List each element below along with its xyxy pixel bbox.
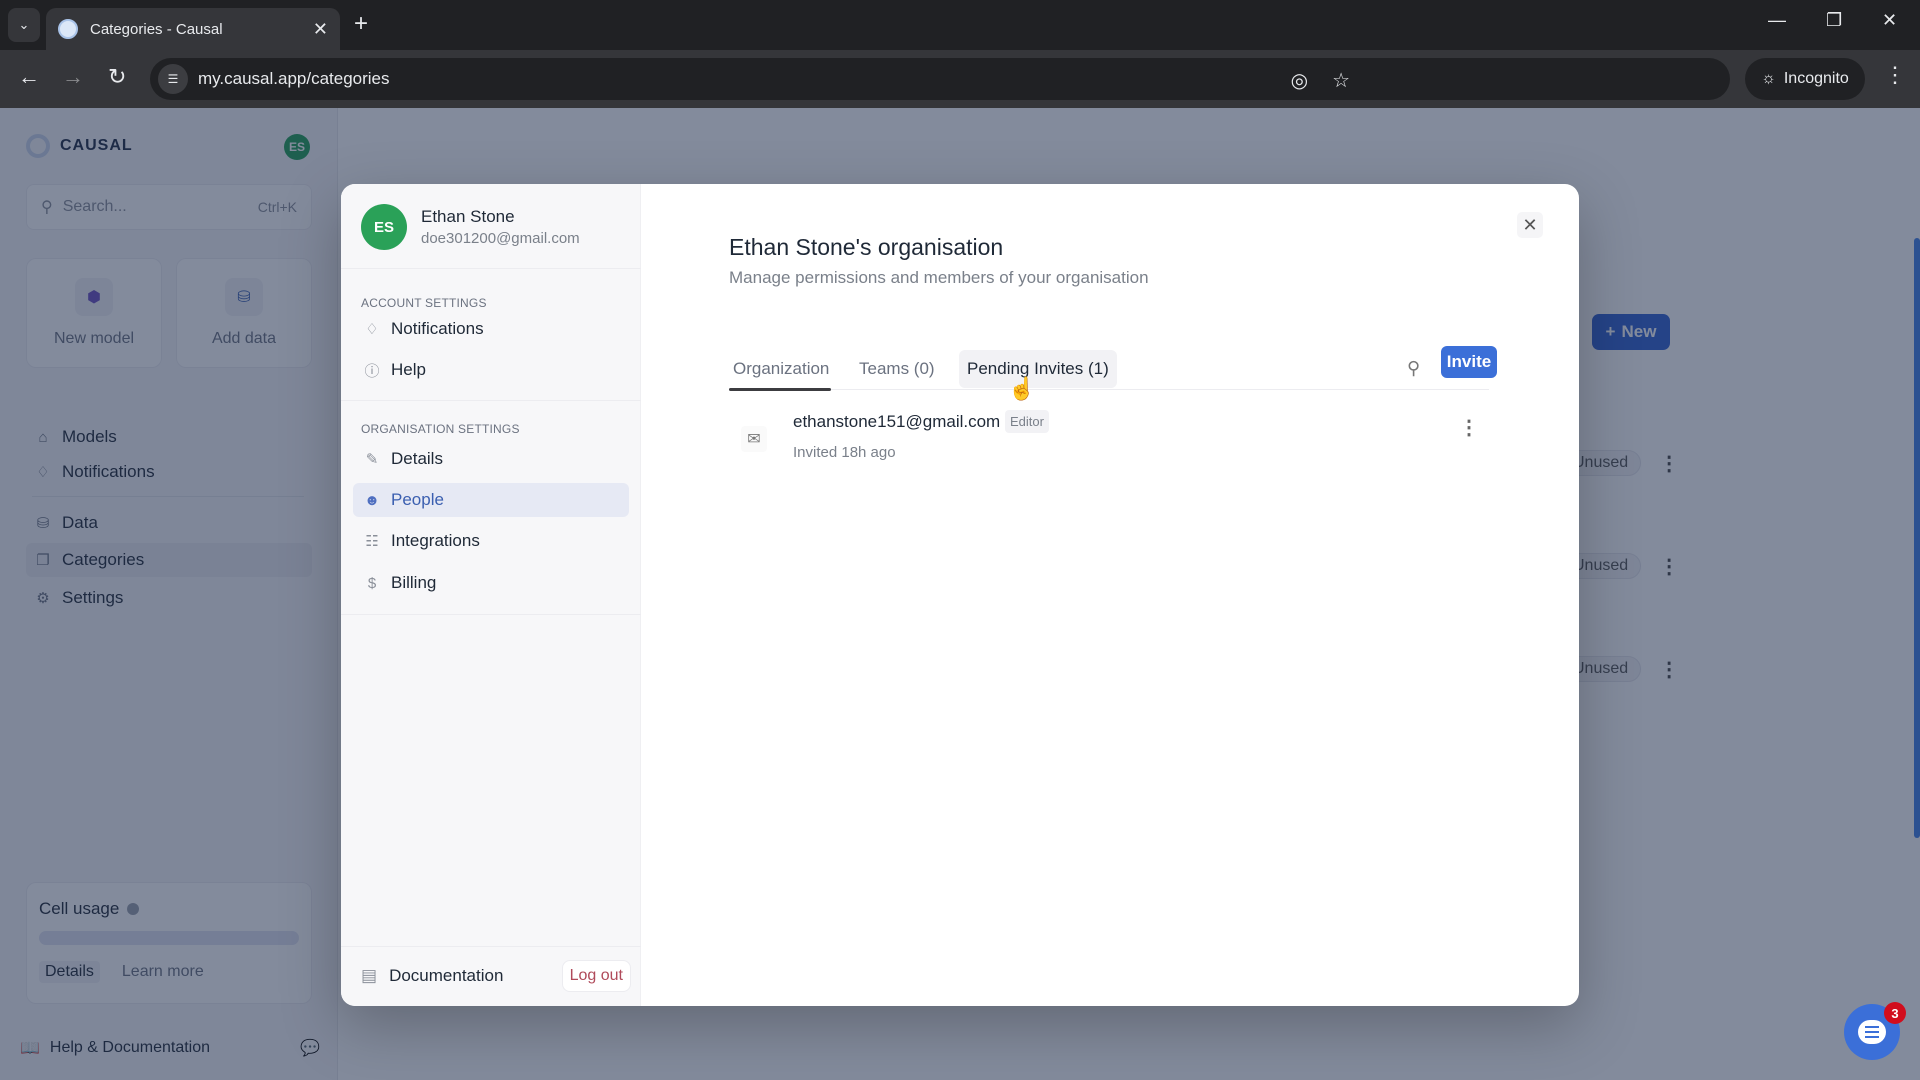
settings-item-people[interactable]: ☻ People [353,483,629,517]
settings-item-label: Billing [391,573,437,592]
account-settings-heading: ACCOUNT SETTINGS [361,296,487,310]
hand-cursor-icon: ☝ [1008,376,1036,401]
settings-modal: ES Ethan Stone doe301200@gmail.com ACCOU… [341,184,1579,1006]
incognito-icon: ☼ [1761,70,1776,87]
avatar: ES [361,204,407,250]
incognito-label: Incognito [1783,70,1849,87]
invite-row: ✉ ethanstone151@gmail.com Editor Invited… [729,406,1489,470]
user-profile: ES Ethan Stone doe301200@gmail.com [361,204,580,250]
divider [341,400,641,401]
documentation-link[interactable]: Documentation [389,966,503,986]
pencil-icon: ✎ [365,451,379,468]
tab-search-button[interactable]: ⌄ [8,8,40,42]
window-close-icon[interactable]: ✕ [1882,10,1897,31]
bell-icon: ♢ [365,321,379,338]
close-icon[interactable]: ✕ [1517,212,1543,238]
user-name: Ethan Stone [421,207,515,226]
user-email: doe301200@gmail.com [421,230,580,247]
settings-sidebar: ES Ethan Stone doe301200@gmail.com ACCOU… [341,184,641,1006]
divider [341,946,641,947]
people-icon: ☻ [364,491,380,509]
mail-icon: ✉ [741,426,767,452]
bookmark-star-icon[interactable]: ☆ [1332,68,1350,93]
divider [341,614,641,615]
logout-button[interactable]: Log out [561,960,631,992]
settings-item-label: People [391,490,444,509]
forward-icon[interactable]: → [62,64,84,90]
reload-icon[interactable]: ↻ [108,64,126,90]
browser-tab-bar: ⌄ Categories - Causal ✕ + — ❐ ✕ [0,0,1920,50]
browser-menu-icon[interactable]: ⋮ [1884,62,1906,88]
search-icon[interactable]: ⚲ [1407,358,1420,379]
new-tab-button[interactable]: + [354,10,368,38]
favicon-icon [58,19,78,39]
notification-badge: 3 [1884,1002,1906,1024]
back-icon[interactable]: ← [18,64,40,90]
close-tab-icon[interactable]: ✕ [313,19,328,40]
settings-item-billing[interactable]: $ Billing [353,566,629,600]
invite-time: Invited 18h ago [793,444,896,461]
integrations-icon: ☷ [365,533,379,550]
help-icon: ⓘ [364,362,380,380]
role-badge: Editor [1005,410,1049,433]
incognito-badge[interactable]: ☼ Incognito [1745,58,1865,100]
invite-button[interactable]: Invite [1441,346,1497,378]
tab-organization[interactable]: Organization [729,350,831,391]
more-options-icon[interactable]: ⋮ [1459,418,1479,438]
tab-title: Categories - Causal [90,20,223,38]
settings-item-integrations[interactable]: ☷ Integrations [353,524,629,558]
site-info-icon[interactable]: ☰ [158,64,188,94]
tab-pending-invites[interactable]: Pending Invites (1) [959,350,1117,388]
tab-teams[interactable]: Teams (0) [855,350,939,388]
chevron-down-icon: ⌄ [18,17,30,32]
organisation-settings-heading: ORGANISATION SETTINGS [361,422,520,436]
tabs: Organization Teams (0) Pending Invites (… [729,350,1489,391]
page-subtitle: Manage permissions and members of your o… [729,268,1149,287]
book-icon: ▤ [361,966,378,985]
settings-item-label: Help [391,360,426,379]
divider [341,268,641,269]
settings-item-help[interactable]: ⓘ Help [353,353,629,387]
eye-off-icon[interactable]: ◎ [1291,68,1308,93]
restore-icon[interactable]: ❐ [1826,10,1842,31]
settings-item-details[interactable]: ✎ Details [353,442,629,476]
settings-item-label: Integrations [391,531,480,550]
settings-item-label: Details [391,449,443,468]
settings-item-label: Notifications [391,319,484,338]
url-field[interactable]: ☰ my.causal.app/categories ◎ ☆ [150,58,1730,100]
settings-item-notifications[interactable]: ♢ Notifications [353,312,629,346]
minimize-icon[interactable]: — [1768,10,1786,31]
address-bar: ← → ↻ ☰ my.causal.app/categories ◎ ☆ ☼ I… [0,50,1920,108]
browser-tab[interactable]: Categories - Causal ✕ [46,8,340,50]
url-text: my.causal.app/categories [198,69,390,88]
page-title: Ethan Stone's organisation [729,234,1004,260]
dollar-icon: $ [367,574,377,592]
invite-email: ethanstone151@gmail.com [793,412,1001,431]
chat-bubble-icon [1858,1020,1886,1044]
settings-content: ✕ Ethan Stone's organisation Manage perm… [641,184,1579,1006]
